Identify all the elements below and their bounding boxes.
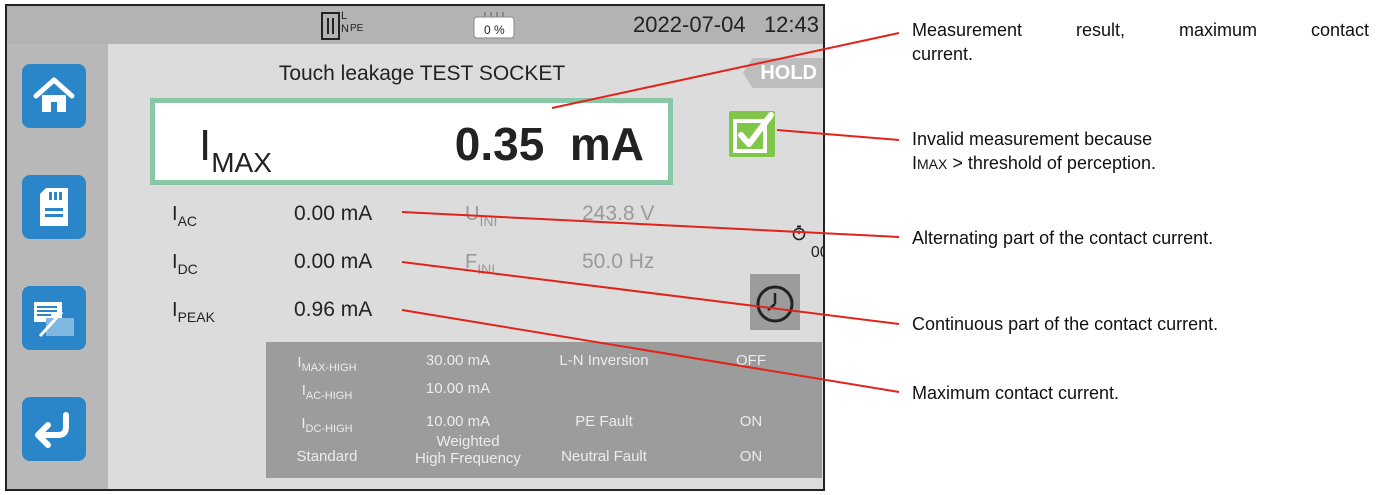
idc-letter: I: [172, 251, 178, 273]
iac-sub: AC: [177, 213, 198, 229]
iac-letter: I: [172, 203, 178, 225]
time: 12:43: [763, 12, 819, 37]
fini-label: FINI: [465, 251, 496, 277]
fini-sub: INI: [477, 261, 496, 277]
plug-pe-label: PE: [350, 23, 364, 34]
back-button[interactable]: [22, 397, 86, 461]
annotation-alternating: Alternating part of the contact current.: [912, 228, 1214, 248]
annotation-1-line2: current.: [912, 44, 974, 64]
page-title: Touch leakage TEST SOCKET: [278, 62, 566, 85]
pe-fault-value: ON: [739, 413, 763, 430]
status-bar: L N PE 0 % 2022-07-04 12:43: [7, 6, 823, 44]
date: 2022-07-04: [633, 12, 746, 37]
timer-button[interactable]: [750, 274, 800, 330]
timer: 00:15: [748, 189, 823, 282]
neutral-fault-label: Neutral Fault: [561, 448, 647, 465]
sidebar: [7, 44, 108, 489]
battery-level: 0 %: [484, 23, 505, 37]
uini-value: 243.8 V: [582, 202, 655, 225]
imax-high-value: 30.00 mA: [425, 352, 491, 369]
annotation-invalid-measurement: Invalid measurement because IMAX > thres…: [912, 127, 1156, 176]
idc-sub: DC: [177, 261, 198, 277]
stopwatch-icon: [766, 207, 807, 264]
check-icon: [729, 111, 775, 157]
idc-high-letter: I: [301, 415, 306, 432]
idc-high-value: 10.00 mA: [425, 413, 491, 430]
ipeak-sub: PEAK: [177, 309, 215, 325]
imax-high-letter: I: [297, 354, 302, 371]
imax-high-sub: MAX-HIGH: [301, 362, 357, 374]
main-result-label: IMAX: [199, 121, 272, 178]
idc-high-label: IDC-HIGH: [272, 415, 382, 435]
main-label-sub: MAX: [211, 147, 272, 178]
plug-letter-l: L: [341, 10, 348, 22]
home-icon: [33, 77, 75, 112]
timer-value: 00:15: [810, 244, 823, 261]
annotation-continuous: Continuous part of the contact current.: [912, 314, 1219, 334]
home-button[interactable]: [22, 64, 86, 128]
pe-fault-label: PE Fault: [575, 413, 633, 430]
main-result-value: 0.35 mA: [454, 118, 644, 170]
iac-high-value: 10.00 mA: [425, 380, 491, 397]
neutral-fault-value: ON: [739, 448, 763, 465]
annotation-1-line1: Measurement result, maximum contact: [912, 20, 1369, 40]
device-screen: L N PE 0 % 2022-07-04 12:43 Touch leakag…: [5, 4, 825, 491]
ipeak-value: 0.96 mA: [294, 298, 373, 321]
idc-value: 0.00 mA: [294, 250, 373, 273]
clock-icon: [756, 285, 794, 323]
imax-high-label: IMAX-HIGH: [272, 354, 382, 374]
iac-high-sub: AC-HIGH: [305, 390, 353, 402]
sd-card-icon: [40, 188, 68, 226]
settings-panel: IMAX-HIGH 30.00 mA L-N Inversion OFF IAC…: [266, 342, 822, 478]
uini-label: UINI: [465, 203, 498, 229]
standard-value: Weighted High Frequency: [398, 433, 538, 467]
annotation-2-rest: > threshold of perception.: [947, 153, 1156, 173]
iac-high-label: IAC-HIGH: [272, 382, 382, 402]
plug-letter-n: N: [341, 23, 349, 35]
ln-inversion-value: OFF: [736, 352, 766, 369]
save-button[interactable]: [22, 175, 86, 239]
annotation-2-max: MAX: [917, 156, 948, 172]
idc-label: IDC: [172, 251, 198, 277]
iac-value: 0.00 mA: [294, 202, 373, 225]
document-icon: [34, 302, 74, 338]
idc-high-sub: DC-HIGH: [305, 423, 353, 435]
ipeak-letter: I: [172, 299, 178, 321]
annotation-2-line2: IMAX > threshold of perception.: [912, 151, 1156, 176]
standard-value-line1: Weighted: [436, 433, 500, 450]
iac-label: IAC: [172, 203, 198, 229]
ipeak-label: IPEAK: [172, 299, 215, 325]
annotation-measurement-result: Measurement result, maximum contact curr…: [912, 18, 1369, 66]
datetime: 2022-07-04 12:43: [633, 12, 819, 38]
main-label-letter: I: [199, 121, 212, 170]
uini-letter: U: [465, 203, 480, 225]
annotation-2-line1: Invalid measurement because: [912, 129, 1153, 149]
standard-value-line2: High Frequency: [415, 450, 521, 467]
fini-letter: F: [465, 251, 478, 273]
fini-value: 50.0 Hz: [582, 250, 655, 273]
annotation-maximum: Maximum contact current.: [912, 383, 1120, 403]
main-result-box: IMAX 0.35 mA: [150, 98, 673, 185]
report-button[interactable]: [22, 286, 86, 350]
hold-button[interactable]: HOLD: [743, 58, 823, 88]
return-arrow-icon: [35, 412, 69, 448]
standard-label: Standard: [296, 448, 358, 465]
ln-inversion-label: L-N Inversion: [559, 352, 649, 369]
uini-sub: INI: [479, 213, 498, 229]
